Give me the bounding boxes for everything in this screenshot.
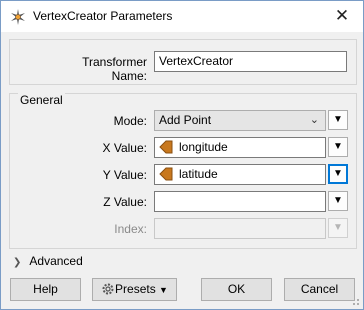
caret-down-icon: ▼ — [159, 285, 168, 295]
transformer-name-input[interactable]: VertexCreator — [154, 51, 347, 72]
advanced-label: Advanced — [29, 254, 83, 268]
y-value-text: latitude — [179, 167, 218, 181]
general-group-title: General — [18, 93, 65, 107]
x-value-menu-button[interactable]: ▼ — [328, 137, 348, 157]
y-value-label: Y Value: — [102, 168, 147, 182]
z-value-menu-button[interactable]: ▼ — [328, 191, 348, 211]
cancel-button[interactable]: Cancel — [284, 278, 355, 301]
attribute-icon — [159, 167, 173, 181]
transformer-app-icon — [11, 9, 25, 25]
z-value-input[interactable] — [154, 191, 326, 212]
index-label: Index: — [114, 222, 147, 236]
y-value-menu-button[interactable]: ▼ — [328, 164, 348, 184]
ok-button[interactable]: OK — [201, 278, 272, 301]
mode-menu-button[interactable]: ▼ — [328, 110, 348, 130]
resize-grip-icon[interactable] — [350, 296, 360, 306]
help-button[interactable]: Help — [10, 278, 81, 301]
index-menu-button: ▼ — [328, 218, 348, 238]
presets-button[interactable]: Presets ▼ — [92, 278, 177, 301]
y-value-input[interactable]: latitude — [154, 164, 326, 185]
presets-label: Presets — [115, 282, 156, 296]
x-value-text: longitude — [179, 140, 228, 154]
window-title: VertexCreator Parameters — [33, 9, 173, 23]
mode-select[interactable]: Add Point ⌄ — [154, 110, 326, 131]
advanced-section-toggle[interactable]: ❯ Advanced — [13, 254, 83, 268]
transformer-name-panel: Transformer Name: VertexCreator — [9, 39, 357, 85]
close-icon[interactable]: ✕ — [327, 4, 357, 28]
index-input — [154, 218, 326, 239]
title-bar: VertexCreator Parameters ✕ — [1, 1, 363, 32]
gear-icon — [102, 283, 114, 295]
parameters-dialog: VertexCreator Parameters ✕ Transformer N… — [0, 0, 364, 310]
x-value-input[interactable]: longitude — [154, 137, 326, 158]
x-value-label: X Value: — [102, 141, 147, 155]
transformer-name-label: Transformer Name: — [82, 55, 147, 83]
mode-select-value: Add Point — [159, 113, 212, 127]
chevron-right-icon: ❯ — [13, 257, 22, 268]
z-value-label: Z Value: — [103, 195, 147, 209]
mode-label: Mode: — [113, 114, 147, 128]
general-group: General Mode: Add Point ⌄ ▼ X Value: lon… — [9, 93, 357, 249]
chevron-down-icon: ⌄ — [309, 114, 319, 126]
attribute-icon — [159, 140, 173, 154]
